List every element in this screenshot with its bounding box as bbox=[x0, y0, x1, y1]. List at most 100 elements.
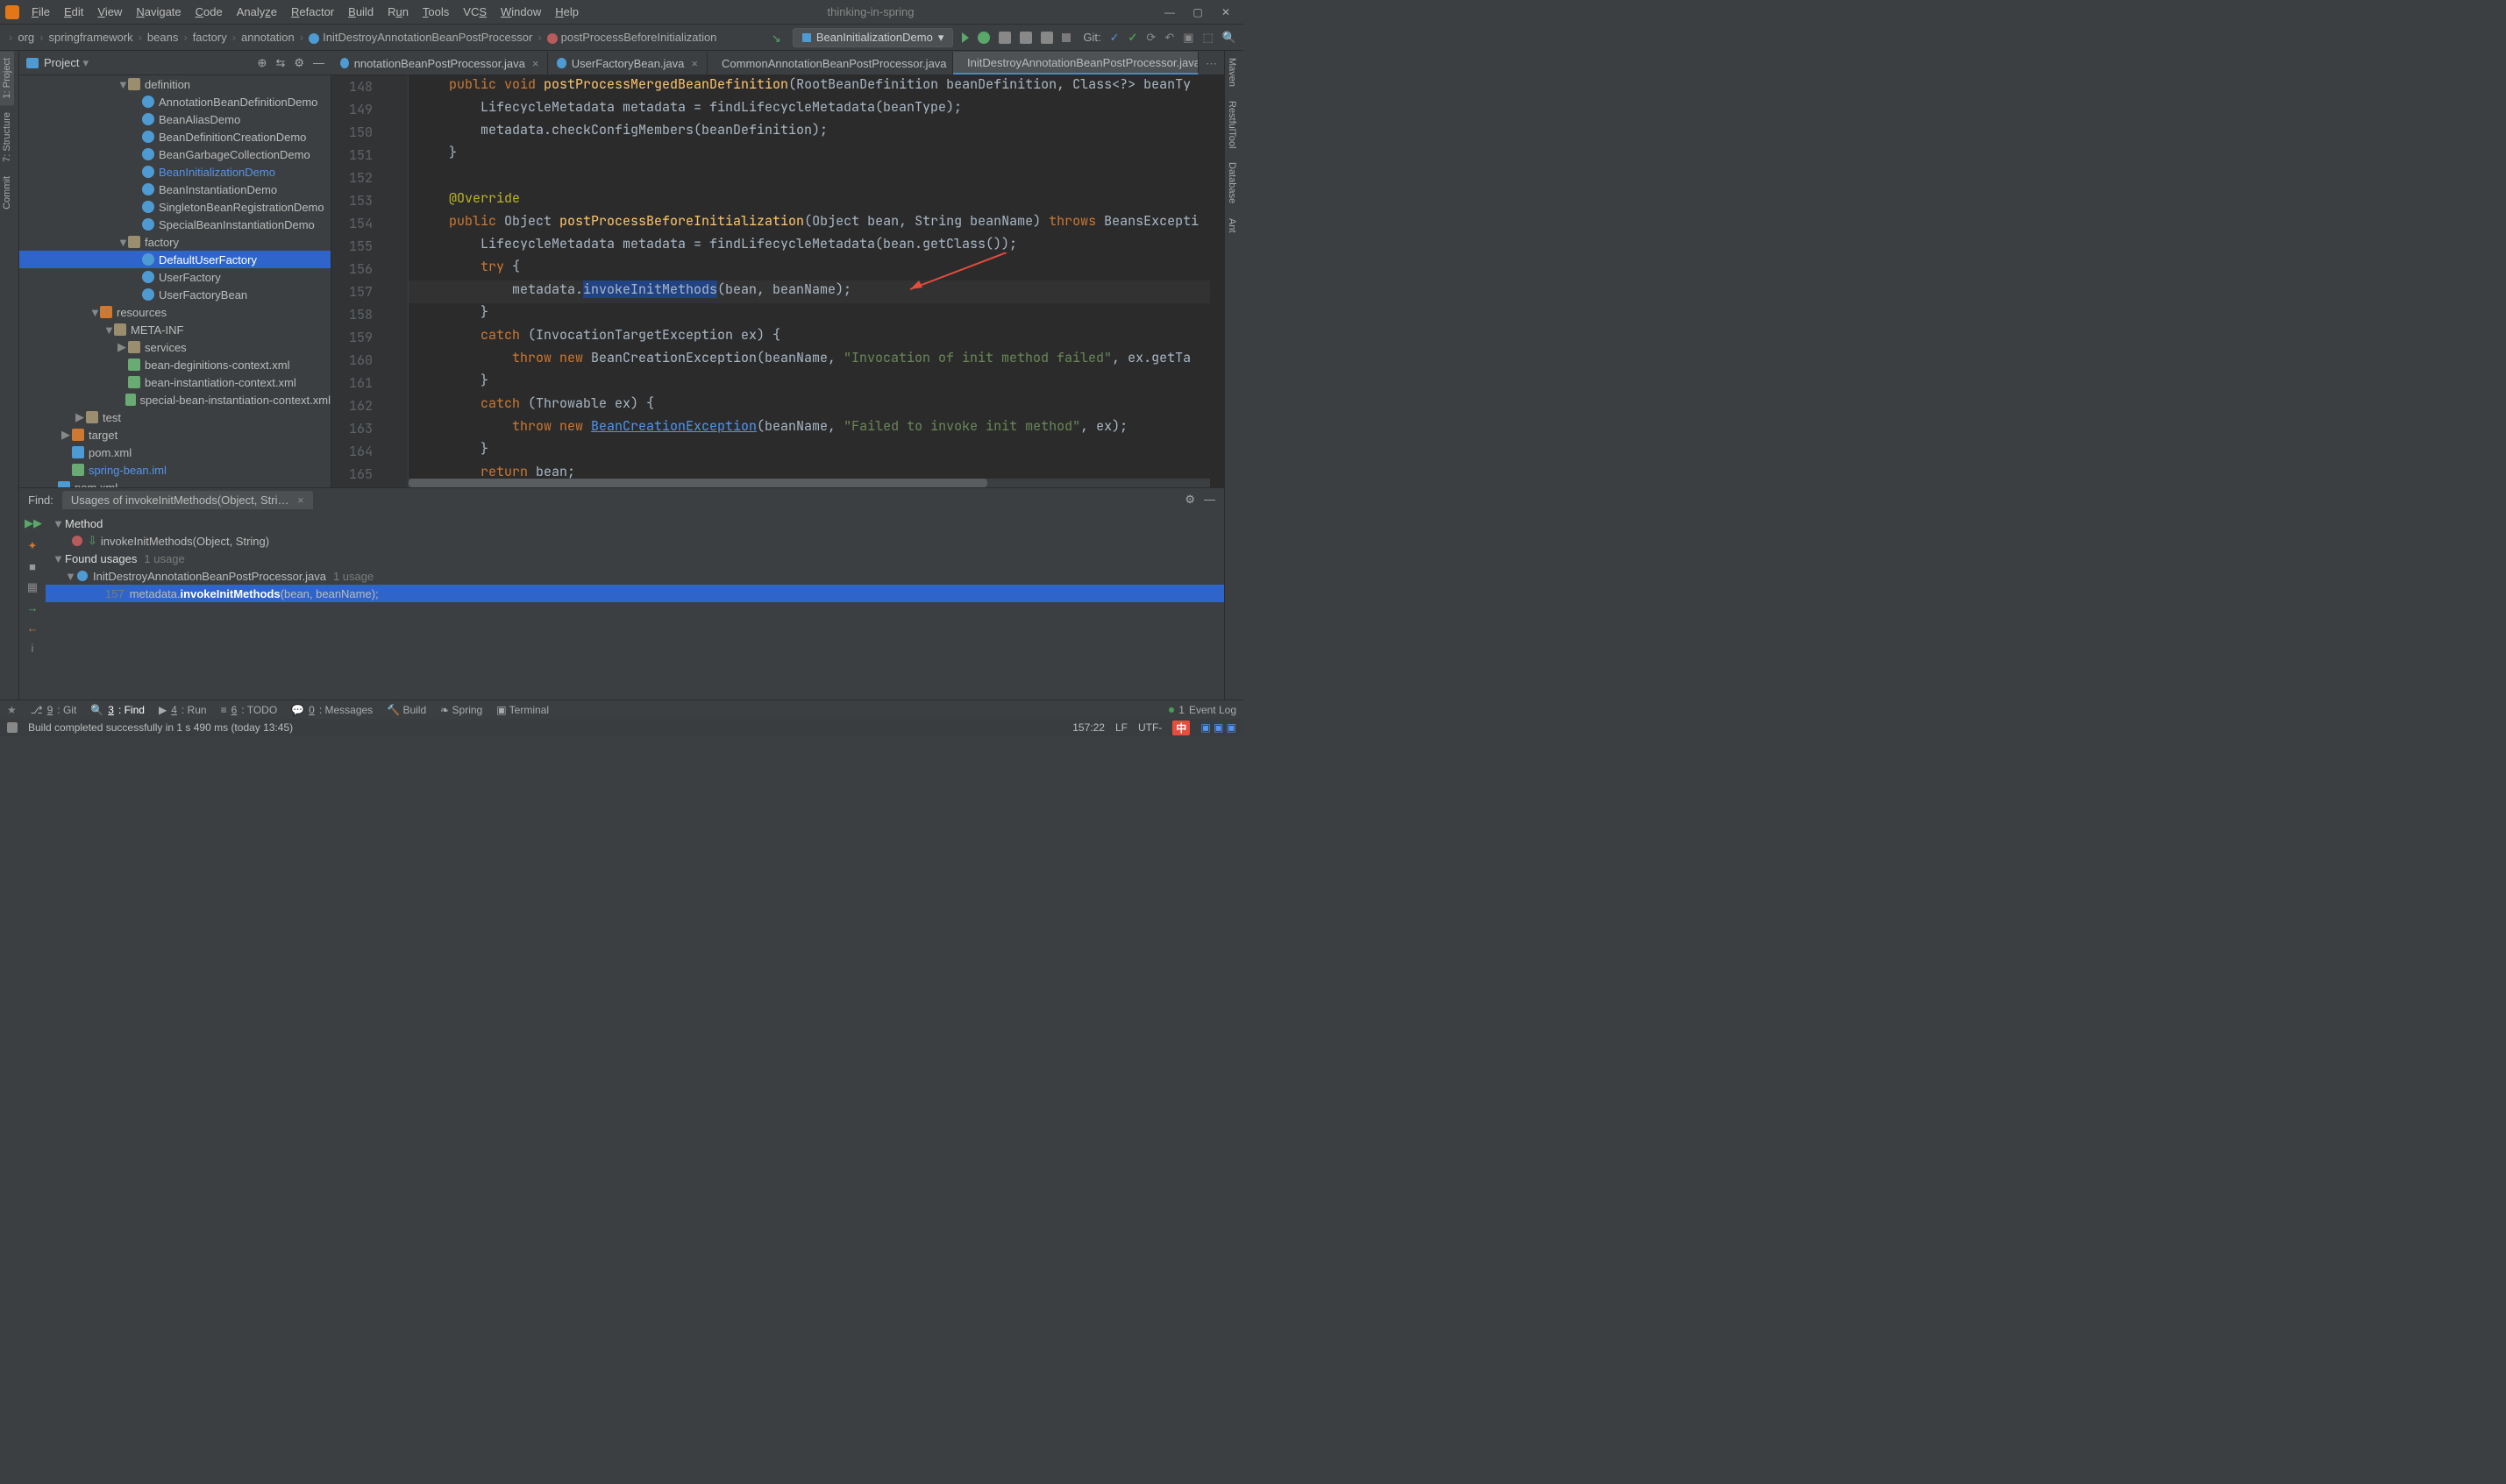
tree-item[interactable]: ▼resources bbox=[19, 303, 331, 321]
gutter-line[interactable]: 148 bbox=[331, 75, 408, 98]
gutter-line[interactable]: 157 bbox=[331, 280, 408, 303]
chevron-right-icon[interactable]: ▶ bbox=[61, 428, 72, 442]
tool-messages[interactable]: 💬 0: Messages bbox=[291, 704, 373, 716]
tree-item[interactable]: DefaultUserFactory bbox=[19, 251, 331, 268]
gutter-line[interactable]: 163 bbox=[331, 417, 408, 440]
tool-windows-icon[interactable] bbox=[7, 722, 18, 733]
menu-build[interactable]: Build bbox=[343, 4, 379, 20]
chevron-down-icon[interactable]: ▼ bbox=[117, 236, 128, 249]
tool-spring[interactable]: ❧ Spring bbox=[440, 704, 482, 716]
usage-row[interactable]: 157 metadata.invokeInitMethods(bean, bea… bbox=[46, 585, 1224, 602]
tool-git[interactable]: ⎇ 9: Git bbox=[31, 704, 77, 716]
find-results-tree[interactable]: ▼ Method ⇩ invokeInitMethods(Object, Str… bbox=[46, 511, 1224, 699]
run-button[interactable] bbox=[962, 32, 969, 43]
menu-help[interactable]: Help bbox=[550, 4, 584, 20]
gutter-line[interactable]: 159 bbox=[331, 326, 408, 349]
tree-item[interactable]: ▼factory bbox=[19, 233, 331, 251]
project-tree[interactable]: ▼definitionAnnotationBeanDefinitionDemoB… bbox=[19, 75, 331, 487]
scrollbar-thumb[interactable] bbox=[409, 479, 987, 487]
menu-code[interactable]: Code bbox=[190, 4, 228, 20]
menu-refactor[interactable]: Refactor bbox=[286, 4, 339, 20]
more-tabs-button[interactable]: ⋯ bbox=[1199, 53, 1224, 75]
git-update-button[interactable]: ✓ bbox=[1110, 31, 1120, 45]
menu-view[interactable]: View bbox=[92, 4, 127, 20]
export-button[interactable]: → bbox=[27, 601, 39, 614]
search-everywhere-button[interactable]: 🔍 bbox=[1222, 31, 1236, 45]
chevron-down-icon[interactable]: ▼ bbox=[103, 323, 114, 337]
tool-terminal[interactable]: ▣ Terminal bbox=[496, 704, 549, 716]
settings-gear-icon[interactable]: ⚙ bbox=[294, 56, 304, 70]
code-line[interactable]: catch (InvocationTargetException ex) { bbox=[409, 326, 1210, 349]
gutter-line[interactable]: 149 bbox=[331, 98, 408, 121]
code-line[interactable]: LifecycleMetadata metadata = findLifecyc… bbox=[409, 235, 1210, 258]
horizontal-scrollbar[interactable] bbox=[409, 479, 1210, 487]
usage-file[interactable]: InitDestroyAnnotationBeanPostProcessor.j… bbox=[93, 570, 326, 583]
code-line[interactable] bbox=[409, 167, 1210, 189]
debug-button[interactable] bbox=[978, 32, 990, 44]
chevron-down-icon[interactable]: ▼ bbox=[89, 306, 100, 319]
gutter-line[interactable]: 155 bbox=[331, 235, 408, 258]
chevron-right-icon[interactable]: ▶ bbox=[75, 410, 86, 424]
caret-position[interactable]: 157:22 bbox=[1072, 721, 1105, 734]
tree-item[interactable]: BeanAliasDemo bbox=[19, 110, 331, 128]
breadcrumb-item[interactable]: springframework bbox=[48, 31, 132, 44]
git-commit-button[interactable]: ✓ bbox=[1128, 31, 1138, 45]
tree-item[interactable]: ▼META-INF bbox=[19, 321, 331, 338]
build-hammer-icon[interactable]: ↘ bbox=[772, 32, 784, 44]
tree-item[interactable]: bean-deginitions-context.xml bbox=[19, 356, 331, 373]
tree-item[interactable]: ▶test bbox=[19, 408, 331, 426]
close-tab-icon[interactable]: × bbox=[691, 57, 698, 70]
layout-button[interactable]: ▦ bbox=[27, 580, 38, 594]
breadcrumb-item[interactable]: org bbox=[18, 31, 34, 44]
git-history-button[interactable]: ⟳ bbox=[1146, 31, 1156, 45]
coverage-button[interactable] bbox=[999, 32, 1011, 44]
tree-item[interactable]: pom.xml bbox=[19, 479, 331, 487]
code-line[interactable]: return bean; bbox=[409, 463, 1210, 479]
tree-item[interactable]: UserFactory bbox=[19, 268, 331, 286]
profile-button[interactable] bbox=[1020, 32, 1032, 44]
event-log-button[interactable]: 1 Event Log bbox=[1169, 704, 1236, 716]
tree-item[interactable]: special-bean-instantiation-context.xml bbox=[19, 391, 331, 408]
tree-item[interactable]: SingletonBeanRegistrationDemo bbox=[19, 198, 331, 216]
tool-window-structure[interactable]: 7: Structure bbox=[0, 105, 14, 169]
menu-window[interactable]: Window bbox=[495, 4, 546, 20]
chevron-down-icon[interactable]: ▾ bbox=[82, 56, 89, 70]
rerun-button[interactable]: ▶▶ bbox=[25, 516, 40, 532]
tree-item[interactable]: UserFactoryBean bbox=[19, 286, 331, 303]
gutter-line[interactable]: 160 bbox=[331, 349, 408, 372]
ime-indicator-icon[interactable]: 中 bbox=[1172, 721, 1190, 735]
code-line[interactable]: } bbox=[409, 372, 1210, 394]
info-button[interactable]: i bbox=[32, 642, 34, 655]
run-configuration-select[interactable]: BeanInitializationDemo ▾ bbox=[793, 28, 954, 47]
hide-button[interactable]: — bbox=[313, 56, 324, 70]
tree-item[interactable]: AnnotationBeanDefinitionDemo bbox=[19, 93, 331, 110]
tool-window-commit[interactable]: Commit bbox=[0, 169, 14, 217]
gutter-line[interactable]: 152 bbox=[331, 167, 408, 189]
close-tab-icon[interactable]: × bbox=[297, 493, 304, 507]
tool-build[interactable]: 🔨 Build bbox=[387, 704, 426, 716]
gutter-line[interactable]: 153 bbox=[331, 189, 408, 212]
tool-todo[interactable]: ≡ 6: TODO bbox=[221, 704, 278, 716]
code-line[interactable]: } bbox=[409, 144, 1210, 167]
code-line[interactable]: catch (Throwable ex) { bbox=[409, 394, 1210, 417]
code-area[interactable]: public void postProcessMergedBeanDefinit… bbox=[409, 75, 1210, 479]
attach-button[interactable] bbox=[1041, 32, 1053, 44]
code-line[interactable]: public void postProcessMergedBeanDefinit… bbox=[409, 75, 1210, 98]
editor-tab[interactable]: nnotationBeanPostProcessor.java× bbox=[331, 52, 548, 75]
code-line[interactable]: } bbox=[409, 303, 1210, 326]
ide-update-button[interactable]: ⬚ bbox=[1203, 31, 1214, 45]
gutter-line[interactable]: 162 bbox=[331, 394, 408, 417]
tree-item[interactable]: bean-instantiation-context.xml bbox=[19, 373, 331, 391]
gutter-line[interactable]: 158 bbox=[331, 303, 408, 326]
window-minimize-button[interactable]: — bbox=[1157, 6, 1182, 18]
tree-item[interactable]: BeanDefinitionCreationDemo bbox=[19, 128, 331, 146]
tool-window-project[interactable]: 1: Project bbox=[0, 51, 14, 105]
tree-item[interactable]: ▶target bbox=[19, 426, 331, 444]
breadcrumb-item[interactable]: factory bbox=[193, 31, 227, 44]
expand-all-button[interactable]: ⇆ bbox=[275, 56, 285, 70]
breadcrumb-item[interactable]: annotation bbox=[241, 31, 295, 44]
code-line[interactable]: public Object postProcessBeforeInitializ… bbox=[409, 212, 1210, 235]
tool-window-restful[interactable]: RestfulTool bbox=[1225, 94, 1239, 155]
gutter-line[interactable]: 151 bbox=[331, 144, 408, 167]
tree-item[interactable]: BeanInitializationDemo bbox=[19, 163, 331, 181]
